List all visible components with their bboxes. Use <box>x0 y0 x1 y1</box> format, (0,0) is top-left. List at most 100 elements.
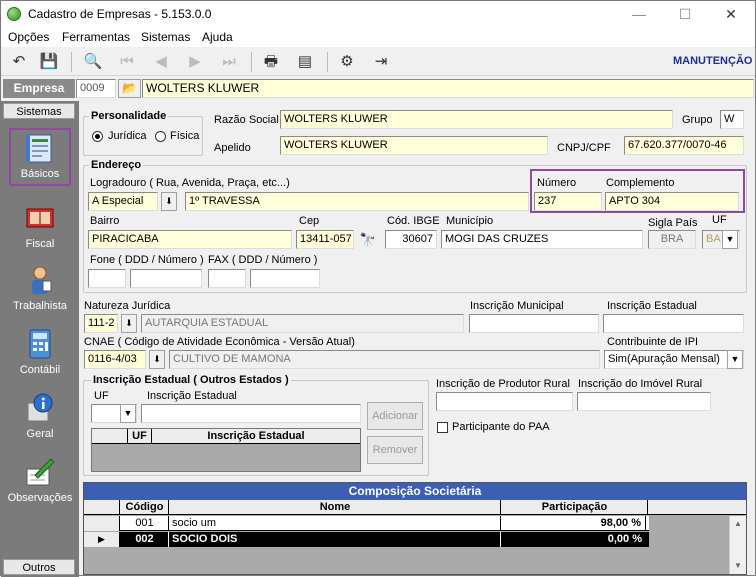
fiscal-ledger-icon <box>26 208 54 228</box>
last-record-icon[interactable]: ⏭ <box>217 50 241 74</box>
sidebar-item-label: Contábil <box>19 364 61 376</box>
minimize-icon[interactable]: — <box>616 1 662 28</box>
menu-sistemas[interactable]: Sistemas <box>141 30 190 44</box>
title-bar: Cadastro de Empresas - 5.153.0.0 — ☐ ✕ <box>1 1 755 28</box>
next-record-icon[interactable]: ▶ <box>183 50 207 74</box>
search-document-icon[interactable]: 🔍 <box>81 50 105 74</box>
natureza-code-field[interactable]: 111-2 <box>84 314 118 333</box>
menu-opcoes[interactable]: Opções <box>8 30 49 44</box>
fone-numero-field[interactable] <box>130 269 202 288</box>
outros-uf-label: UF <box>94 390 109 402</box>
sidebar-header-outros[interactable]: Outros <box>3 559 75 575</box>
outros-uf-dropdown-icon[interactable]: ▼ <box>120 404 136 423</box>
adicionar-button[interactable]: Adicionar <box>367 402 423 430</box>
paa-label: Participante do PAA <box>452 421 550 433</box>
insc-municipal-label: Inscrição Municipal <box>470 300 564 312</box>
radio-juridica[interactable] <box>92 131 103 142</box>
remover-button[interactable]: Remover <box>367 436 423 464</box>
first-record-icon[interactable]: ⏮ <box>115 50 139 74</box>
ipi-select[interactable]: Sim(Apuração Mensal) <box>604 350 744 369</box>
save-icon[interactable]: 💾 <box>37 50 61 74</box>
cnae-code-field[interactable]: 0116-4/03 <box>84 350 146 369</box>
grid-col-uf: UF <box>128 429 152 444</box>
scroll-up-icon[interactable]: ▲ <box>730 516 746 531</box>
grid-indicator-header <box>92 429 128 444</box>
fax-ddd-field[interactable] <box>208 269 246 288</box>
produtor-rural-field[interactable] <box>436 392 573 411</box>
cell-codigo: 002 <box>121 532 169 547</box>
outros-ie-field[interactable] <box>141 404 361 423</box>
toolbar-separator <box>71 52 72 72</box>
outros-estados-grid[interactable]: UF Inscrição Estadual <box>91 428 361 472</box>
scroll-down-icon[interactable]: ▼ <box>730 558 746 573</box>
print-icon[interactable]: 🖶 <box>259 50 283 74</box>
uf-dropdown-icon[interactable]: ▼ <box>722 230 738 249</box>
composicao-header-row: Código Nome Participação <box>84 500 746 515</box>
calculator-icon <box>29 329 51 359</box>
exit-icon[interactable]: ⇥ <box>369 50 393 74</box>
natureza-label: Natureza Jurídica <box>84 300 171 312</box>
paa-checkbox[interactable] <box>437 422 448 433</box>
printer-settings-icon[interactable]: ▤ <box>293 50 317 74</box>
row-indicator-header <box>84 500 120 515</box>
row-pointer-icon: ▶ <box>84 532 120 547</box>
col-codigo: Código <box>121 500 169 515</box>
tipo-lookup-icon[interactable]: ⬇ <box>161 192 177 211</box>
fone-ddd-field[interactable] <box>88 269 126 288</box>
sidebar-item-contabil[interactable]: Contábil <box>1 327 79 376</box>
selected-sidebar-highlight <box>9 128 71 186</box>
tipo-logradouro-field[interactable]: A Especial <box>88 192 158 211</box>
menu-bar: Opções Ferramentas Sistemas Ajuda <box>1 28 755 47</box>
previous-record-icon[interactable]: ◀ <box>149 50 173 74</box>
apelido-label: Apelido <box>214 142 251 154</box>
sidebar-item-observacoes[interactable]: Observações <box>1 455 79 504</box>
radio-fisica[interactable] <box>155 131 166 142</box>
apelido-field[interactable]: WOLTERS KLUWER <box>280 136 548 155</box>
fax-label: FAX ( DDD / Número ) <box>208 254 318 266</box>
maximize-icon[interactable]: ☐ <box>662 1 708 28</box>
binoculars-icon[interactable]: 🔭 <box>357 230 379 249</box>
sigla-pais-field[interactable]: BRA <box>648 230 696 249</box>
cnae-lookup-icon[interactable]: ⬇ <box>149 350 165 369</box>
insc-estadual-field[interactable] <box>603 314 744 333</box>
outros-ie-label: Inscrição Estadual <box>147 390 237 402</box>
cnae-desc-field: CULTIVO DE MAMONA <box>169 350 600 369</box>
municipio-field[interactable]: MOGI DAS CRUZES <box>441 230 643 249</box>
sidebar-item-fiscal[interactable]: Fiscal <box>1 201 79 250</box>
sidebar-item-label: Geral <box>26 428 54 440</box>
menu-ferramentas[interactable]: Ferramentas <box>62 30 130 44</box>
personalidade-title: Personalidade <box>89 110 169 122</box>
cnpj-field[interactable]: 67.620.377/0070-46 <box>624 136 744 155</box>
sidebar-item-trabalhista[interactable]: Trabalhista <box>1 263 79 312</box>
composicao-grid[interactable]: Composição Societária Código Nome Partic… <box>83 482 747 575</box>
ipi-dropdown-icon[interactable]: ▼ <box>727 350 743 369</box>
razao-social-label: Razão Social <box>214 114 279 126</box>
cep-field[interactable]: 13411-057 <box>296 230 354 249</box>
empresa-name-field[interactable]: WOLTERS KLUWER <box>142 79 754 98</box>
fax-numero-field[interactable] <box>250 269 320 288</box>
ibge-field[interactable]: 30607 <box>385 230 437 249</box>
row-indicator <box>84 516 120 531</box>
logradouro-field[interactable]: 1º TRAVESSA <box>185 192 529 211</box>
vertical-scrollbar[interactable]: ▲ ▼ <box>729 516 746 574</box>
sidebar-header-sistemas[interactable]: Sistemas <box>3 103 75 119</box>
close-icon[interactable]: ✕ <box>708 1 754 28</box>
sidebar-item-geral[interactable]: Geral <box>1 391 79 440</box>
app-icon <box>7 7 21 21</box>
imovel-rural-label: Inscrição do Imóvel Rural <box>578 378 703 390</box>
razao-social-field[interactable]: WOLTERS KLUWER <box>280 110 673 129</box>
menu-ajuda[interactable]: Ajuda <box>202 30 233 44</box>
bairro-field[interactable]: PIRACICABA <box>88 230 292 249</box>
natureza-lookup-icon[interactable]: ⬇ <box>121 314 137 333</box>
table-row[interactable]: 001 socio um 98,00 % <box>84 516 649 531</box>
table-row-selected[interactable]: ▶ 002 SOCIO DOIS 0,00 % <box>84 532 649 547</box>
grupo-field[interactable]: W <box>720 110 744 129</box>
undo-icon[interactable]: ↶ <box>7 50 31 74</box>
tools-icon[interactable]: ⚙ <box>335 50 359 74</box>
cell-codigo: 001 <box>121 516 169 531</box>
outros-estados-title: Inscrição Estadual ( Outros Estados ) <box>91 374 291 386</box>
insc-municipal-field[interactable] <box>469 314 599 333</box>
empresa-code-field[interactable]: 0009 <box>76 79 116 98</box>
open-folder-icon[interactable]: 📂 <box>118 79 141 98</box>
imovel-rural-field[interactable] <box>577 392 711 411</box>
